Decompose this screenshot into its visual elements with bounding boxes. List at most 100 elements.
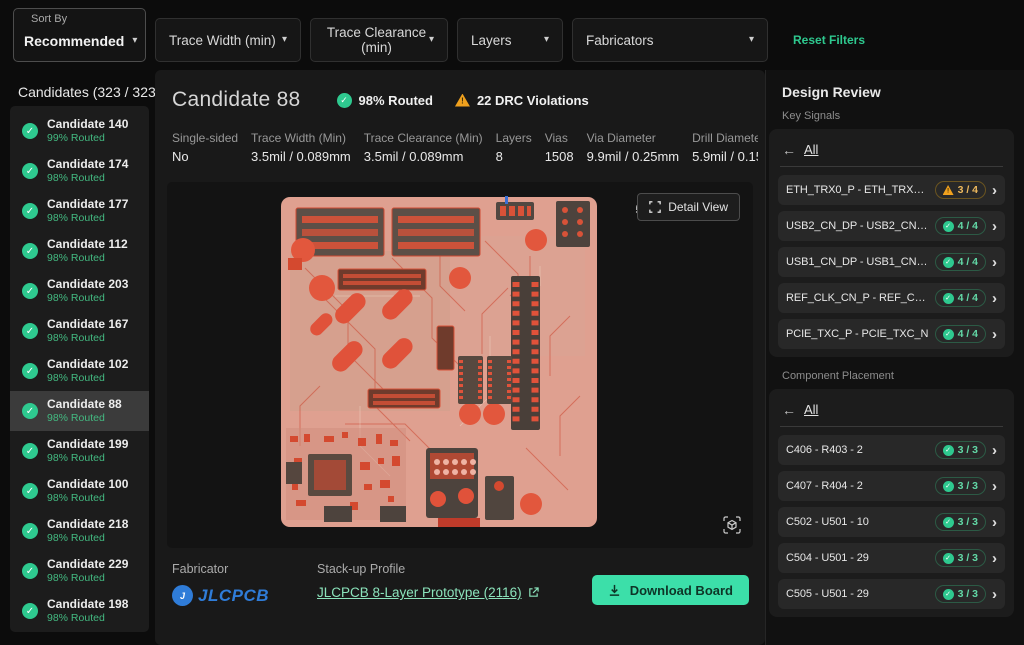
external-link-icon — [528, 587, 539, 598]
check-circle-icon — [943, 553, 954, 564]
check-circle-icon — [22, 483, 38, 499]
filter-dropdown[interactable]: Fabricators ▾ — [572, 18, 768, 62]
candidate-list-item[interactable]: Candidate 88 98% Routed — [10, 391, 149, 431]
status-count: 3 / 3 — [958, 480, 978, 492]
stat-column: Vias 1508 — [545, 130, 574, 168]
candidate-list-item[interactable]: Candidate 102 98% Routed — [10, 351, 149, 391]
check-circle-icon — [943, 445, 954, 456]
show-all-link[interactable]: All — [804, 402, 818, 417]
section-panel: All C406 - R403 - 2 3 / 3 C407 - R404 - … — [769, 389, 1014, 617]
chevron-right-icon — [992, 479, 997, 494]
candidate-routed-percent: 98% Routed — [47, 452, 128, 465]
check-circle-icon — [943, 257, 954, 268]
status-count: 4 / 4 — [958, 256, 978, 268]
check-circle-icon — [943, 293, 954, 304]
candidate-name: Candidate 199 — [47, 437, 128, 452]
chevron-right-icon — [992, 515, 997, 530]
sort-by-dropdown[interactable]: Sort By Recommended ▾ — [13, 8, 146, 62]
filter-dropdown[interactable]: Trace Width (min) ▾ — [155, 18, 301, 62]
review-row[interactable]: PCIE_TXC_P - PCIE_TXC_N 4 / 4 — [778, 319, 1005, 349]
stat-label: Trace Width (Min) — [251, 130, 351, 146]
candidate-name: Candidate 167 — [47, 317, 128, 332]
design-review-panel: Design Review Key Signals All ETH_TRX0_P… — [765, 70, 1024, 645]
review-row[interactable]: ETH_TRX0_P - ETH_TRX0_N 3 / 4 — [778, 175, 1005, 205]
candidate-name: Candidate 174 — [47, 157, 128, 172]
candidate-routed-percent: 98% Routed — [47, 172, 128, 185]
candidate-name: Candidate 100 — [47, 477, 128, 492]
stat-value: 3.5mil / 0.089mm — [364, 146, 483, 168]
candidate-name: Candidate 102 — [47, 357, 128, 372]
review-row[interactable]: USB1_CN_DP - USB1_CN_DN 4 / 4 — [778, 247, 1005, 277]
candidate-name: Candidate 112 — [47, 237, 128, 252]
stat-value: 3.5mil / 0.089mm — [251, 146, 351, 168]
stat-label: Trace Clearance (Min) — [364, 130, 483, 146]
3d-view-icon[interactable] — [721, 514, 743, 536]
review-row[interactable]: C505 - U501 - 29 3 / 3 — [778, 579, 1005, 609]
check-circle-icon — [22, 563, 38, 579]
candidate-list-item[interactable]: Candidate 203 98% Routed — [10, 271, 149, 311]
status-count: 4 / 4 — [958, 328, 978, 340]
candidate-list-item[interactable]: Candidate 218 98% Routed — [10, 511, 149, 551]
review-row[interactable]: C504 - U501 - 29 3 / 3 — [778, 543, 1005, 573]
status-count: 3 / 3 — [958, 516, 978, 528]
filter-dropdown[interactable]: Trace Clearance (min) ▾ — [310, 18, 448, 62]
check-circle-icon — [22, 283, 38, 299]
stat-value: No — [172, 146, 238, 168]
candidate-list-item[interactable]: Candidate 167 98% Routed — [10, 311, 149, 351]
reset-filters-button[interactable]: Reset Filters — [793, 33, 865, 47]
candidate-routed-percent: 98% Routed — [47, 372, 128, 385]
candidate-list: Candidate 140 99% Routed Candidate 174 9… — [10, 106, 149, 632]
status-badge: 3 / 3 — [935, 585, 986, 603]
status-badge: 4 / 4 — [935, 325, 986, 343]
board-stats: Single-sided No Trace Width (Min) 3.5mil… — [172, 130, 758, 168]
download-board-button[interactable]: Download Board — [592, 575, 749, 605]
check-circle-icon — [22, 363, 38, 379]
review-row-name: C504 - U501 - 29 — [786, 552, 929, 564]
check-circle-icon — [943, 481, 954, 492]
check-circle-icon — [22, 403, 38, 419]
filter-label: Fabricators — [586, 33, 654, 48]
review-section: Component Placement All C406 - R403 - 2 … — [766, 370, 1024, 617]
candidate-name: Candidate 177 — [47, 197, 128, 212]
filter-dropdown[interactable]: Layers ▾ — [457, 18, 563, 62]
candidate-list-item[interactable]: Candidate 174 98% Routed — [10, 151, 149, 191]
stackup-label: Stack-up Profile — [317, 562, 539, 576]
stat-value: 8 — [496, 146, 532, 168]
chevron-right-icon — [992, 551, 997, 566]
stackup-profile-link[interactable]: JLCPCB 8-Layer Prototype (2116) — [317, 585, 539, 600]
candidate-list-item[interactable]: Candidate 198 98% Routed — [10, 591, 149, 631]
stat-label: Single-sided — [172, 130, 238, 146]
caret-down-icon: ▾ — [282, 35, 287, 45]
review-section: Key Signals All ETH_TRX0_P - ETH_TRX0_N … — [766, 110, 1024, 357]
review-row[interactable]: C406 - R403 - 2 3 / 3 — [778, 435, 1005, 465]
candidate-list-item[interactable]: Candidate 112 98% Routed — [10, 231, 149, 271]
candidate-list-item[interactable]: Candidate 140 99% Routed — [10, 111, 149, 151]
candidate-list-item[interactable]: Candidate 177 98% Routed — [10, 191, 149, 231]
candidates-heading: Candidates (323 / 323) — [18, 84, 160, 100]
candidate-list-item[interactable]: Candidate 100 98% Routed — [10, 471, 149, 511]
check-circle-icon — [22, 603, 38, 619]
candidate-list-item[interactable]: Candidate 199 98% Routed — [10, 431, 149, 471]
review-row-name: PCIE_TXC_P - PCIE_TXC_N — [786, 328, 929, 340]
back-arrow-icon — [782, 143, 796, 157]
filter-bar: Trace Width (min) ▾ Trace Clearance (min… — [155, 18, 768, 62]
review-row-name: C502 - U501 - 10 — [786, 516, 929, 528]
stat-column: Trace Width (Min) 3.5mil / 0.089mm — [251, 130, 351, 168]
pcb-viewer[interactable]: Detail View — [167, 182, 753, 548]
candidate-routed-percent: 99% Routed — [47, 132, 128, 145]
fabricator-label: Fabricator — [172, 562, 269, 576]
caret-down-icon: ▾ — [544, 35, 549, 45]
candidate-list-item[interactable]: Candidate 229 98% Routed — [10, 551, 149, 591]
stat-column: Trace Clearance (Min) 3.5mil / 0.089mm — [364, 130, 483, 168]
fabricator-name: JLCPCB — [198, 586, 269, 606]
review-row[interactable]: REF_CLK_CN_P - REF_CLK_C... 4 / 4 — [778, 283, 1005, 313]
warning-triangle-icon — [455, 94, 470, 107]
jlcpcb-roundel-icon — [172, 585, 193, 606]
candidate-routed-percent: 98% Routed — [47, 212, 128, 225]
stat-label: Via Diameter — [587, 130, 679, 146]
review-row[interactable]: C502 - U501 - 10 3 / 3 — [778, 507, 1005, 537]
show-all-link[interactable]: All — [804, 142, 818, 157]
review-row[interactable]: USB2_CN_DP - USB2_CN_DN 4 / 4 — [778, 211, 1005, 241]
detail-view-button[interactable]: Detail View — [637, 193, 740, 221]
review-row[interactable]: C407 - R404 - 2 3 / 3 — [778, 471, 1005, 501]
